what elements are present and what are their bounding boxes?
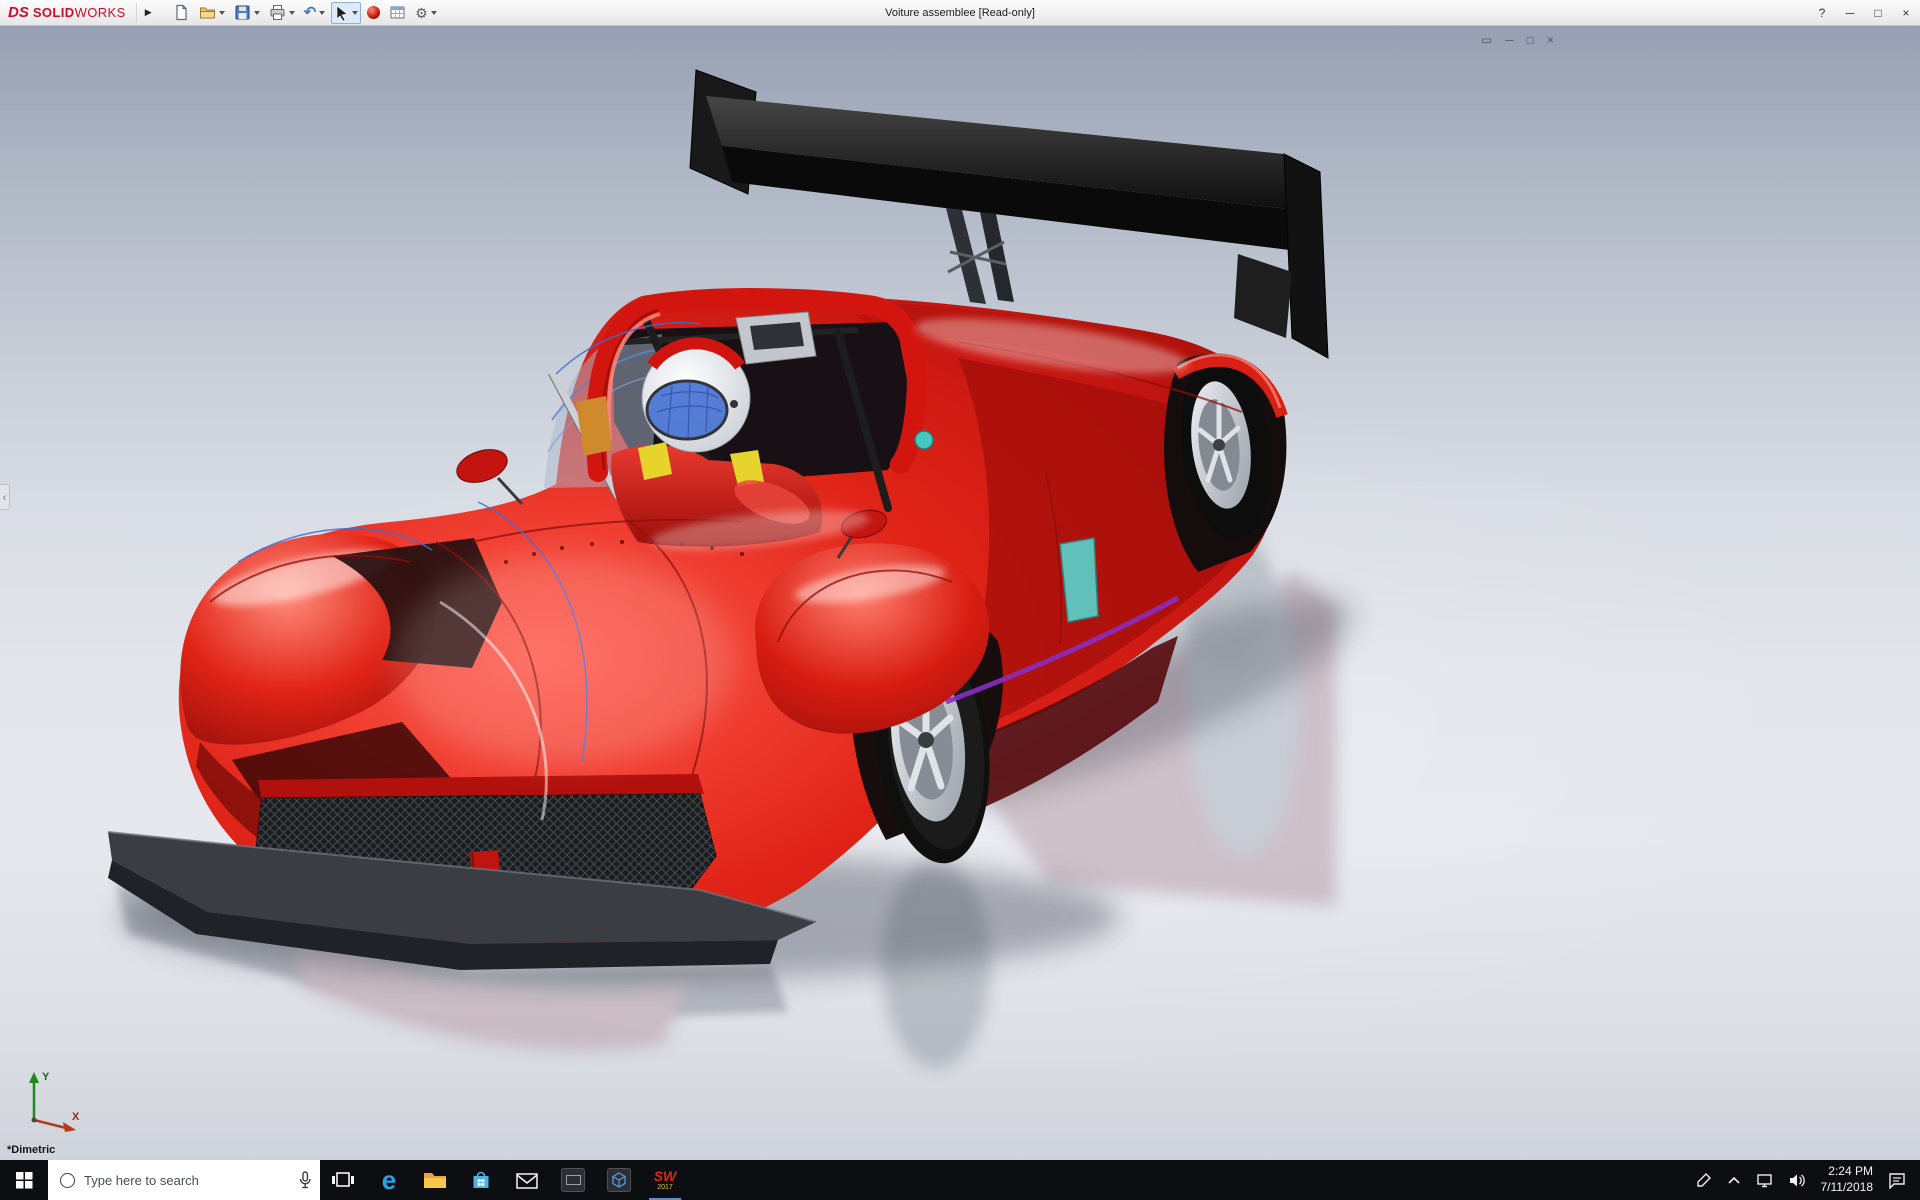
hidden-icons-button[interactable] bbox=[1727, 1175, 1741, 1185]
file-explorer-button[interactable] bbox=[412, 1160, 458, 1200]
harness-pad bbox=[638, 442, 672, 480]
options-button[interactable]: ⚙ bbox=[412, 2, 440, 24]
window-controls: ? ─ □ × bbox=[1808, 0, 1920, 25]
ds-logo-mark: DS bbox=[8, 4, 29, 21]
coordinate-triad: Y X bbox=[29, 1071, 80, 1132]
start-button[interactable] bbox=[0, 1160, 48, 1200]
task-view-button[interactable] bbox=[320, 1160, 366, 1200]
select-cursor-icon bbox=[336, 4, 348, 21]
taskbar-clock[interactable]: 2:24 PM 7/11/2018 bbox=[1821, 1164, 1874, 1195]
appearance-button[interactable] bbox=[364, 2, 383, 24]
y-axis-label: Y bbox=[42, 1071, 50, 1083]
teal-sensor bbox=[914, 430, 934, 450]
undo-button[interactable]: ↶ bbox=[301, 2, 329, 24]
open-folder-icon bbox=[199, 7, 215, 19]
network-button[interactable] bbox=[1756, 1173, 1774, 1188]
blue-cube-app-button[interactable] bbox=[596, 1160, 642, 1200]
network-icon bbox=[1756, 1173, 1772, 1187]
undo-arrow-icon: ↶ bbox=[303, 4, 317, 21]
help-button[interactable]: ? bbox=[1808, 0, 1836, 25]
volume-icon bbox=[1789, 1173, 1805, 1187]
document-window-controls: ▭ ─ □ × bbox=[1481, 34, 1554, 46]
minimize-button[interactable]: ─ bbox=[1836, 0, 1864, 25]
race-car-model[interactable] bbox=[107, 69, 1373, 1068]
printer-icon bbox=[270, 5, 285, 20]
quick-access-toolbar: ↶ ⚙ bbox=[170, 1, 440, 24]
edge-button[interactable]: e bbox=[366, 1160, 412, 1200]
doc-pane-icon[interactable]: ▭ bbox=[1481, 34, 1492, 46]
mail-icon bbox=[516, 1172, 538, 1189]
print-button[interactable] bbox=[266, 2, 298, 24]
clock-time: 2:24 PM bbox=[1828, 1164, 1873, 1179]
dark-app-button[interactable] bbox=[550, 1160, 596, 1200]
close-button[interactable]: × bbox=[1892, 0, 1920, 25]
design-table-icon bbox=[390, 6, 405, 19]
save-dropdown-caret[interactable] bbox=[253, 10, 260, 15]
edge-icon: e bbox=[381, 1165, 397, 1195]
new-document-button[interactable] bbox=[170, 2, 193, 24]
options-dropdown-caret[interactable] bbox=[430, 10, 437, 15]
windows-logo-icon bbox=[15, 1171, 32, 1188]
doc-close-icon[interactable]: × bbox=[1547, 34, 1554, 46]
chevron-up-icon bbox=[1727, 1176, 1740, 1184]
pen-icon bbox=[1696, 1173, 1711, 1187]
select-tool-button[interactable] bbox=[331, 1, 362, 24]
airbox-intake bbox=[735, 311, 817, 365]
app-dark-window-icon bbox=[561, 1168, 585, 1192]
select-dropdown-caret[interactable] bbox=[352, 10, 359, 15]
helmet-visor bbox=[645, 379, 729, 441]
appearance-sphere-icon bbox=[367, 6, 381, 19]
taskbar-search[interactable] bbox=[48, 1160, 320, 1200]
system-tray: 2:24 PM 7/11/2018 bbox=[1696, 1160, 1920, 1200]
wing-strut bbox=[980, 212, 1014, 302]
maximize-button[interactable]: □ bbox=[1864, 0, 1892, 25]
view-orientation-label: *Dimetric bbox=[7, 1144, 56, 1156]
search-input[interactable] bbox=[84, 1172, 289, 1188]
open-dropdown-caret[interactable] bbox=[218, 10, 225, 15]
x-axis-label: X bbox=[72, 1111, 80, 1123]
menu-flyout-arrow[interactable]: ▶ bbox=[135, 2, 152, 23]
graphics-viewport[interactable]: ▭ ─ □ × ‹ *Dimetric Y X bbox=[0, 26, 1920, 1160]
cortana-icon bbox=[60, 1172, 75, 1188]
app-titlebar: DS SOLID WORKS ▶ ↶ ⚙ Voiture assemblee [… bbox=[0, 0, 1920, 26]
mail-button[interactable] bbox=[504, 1160, 550, 1200]
gear-icon: ⚙ bbox=[415, 4, 428, 21]
app-blue-cube-icon bbox=[607, 1168, 631, 1192]
design-table-button[interactable] bbox=[386, 2, 409, 24]
file-explorer-icon bbox=[424, 1173, 446, 1188]
microphone-icon[interactable] bbox=[298, 1170, 312, 1190]
windows-taskbar: e bbox=[0, 1160, 1920, 1200]
volume-button[interactable] bbox=[1789, 1173, 1806, 1188]
action-center-button[interactable] bbox=[1888, 1172, 1906, 1189]
doc-minimize-icon[interactable]: ─ bbox=[1505, 34, 1514, 46]
solidworks-app-icon: SW 2017 bbox=[653, 1168, 677, 1191]
store-icon bbox=[473, 1171, 489, 1188]
car-canvas bbox=[107, 69, 1373, 1068]
new-document-icon bbox=[176, 4, 187, 21]
save-floppy-icon bbox=[235, 5, 250, 20]
pen-button[interactable] bbox=[1696, 1172, 1712, 1188]
doc-restore-icon[interactable]: □ bbox=[1527, 34, 1534, 46]
clock-date: 7/11/2018 bbox=[1820, 1180, 1874, 1194]
save-button[interactable] bbox=[231, 2, 263, 24]
solidworks-logo: DS SOLID WORKS bbox=[8, 4, 126, 21]
action-center-icon bbox=[1889, 1172, 1905, 1189]
undo-dropdown-caret[interactable] bbox=[319, 10, 326, 15]
store-button[interactable] bbox=[458, 1160, 504, 1200]
solidworks-app-button[interactable]: SW 2017 bbox=[642, 1160, 688, 1200]
right-rear-wheel bbox=[1164, 353, 1288, 572]
panel-collapse-arrow[interactable]: ‹ bbox=[0, 484, 10, 510]
print-dropdown-caret[interactable] bbox=[288, 10, 295, 15]
open-button[interactable] bbox=[196, 2, 228, 24]
task-view-icon bbox=[332, 1172, 354, 1187]
